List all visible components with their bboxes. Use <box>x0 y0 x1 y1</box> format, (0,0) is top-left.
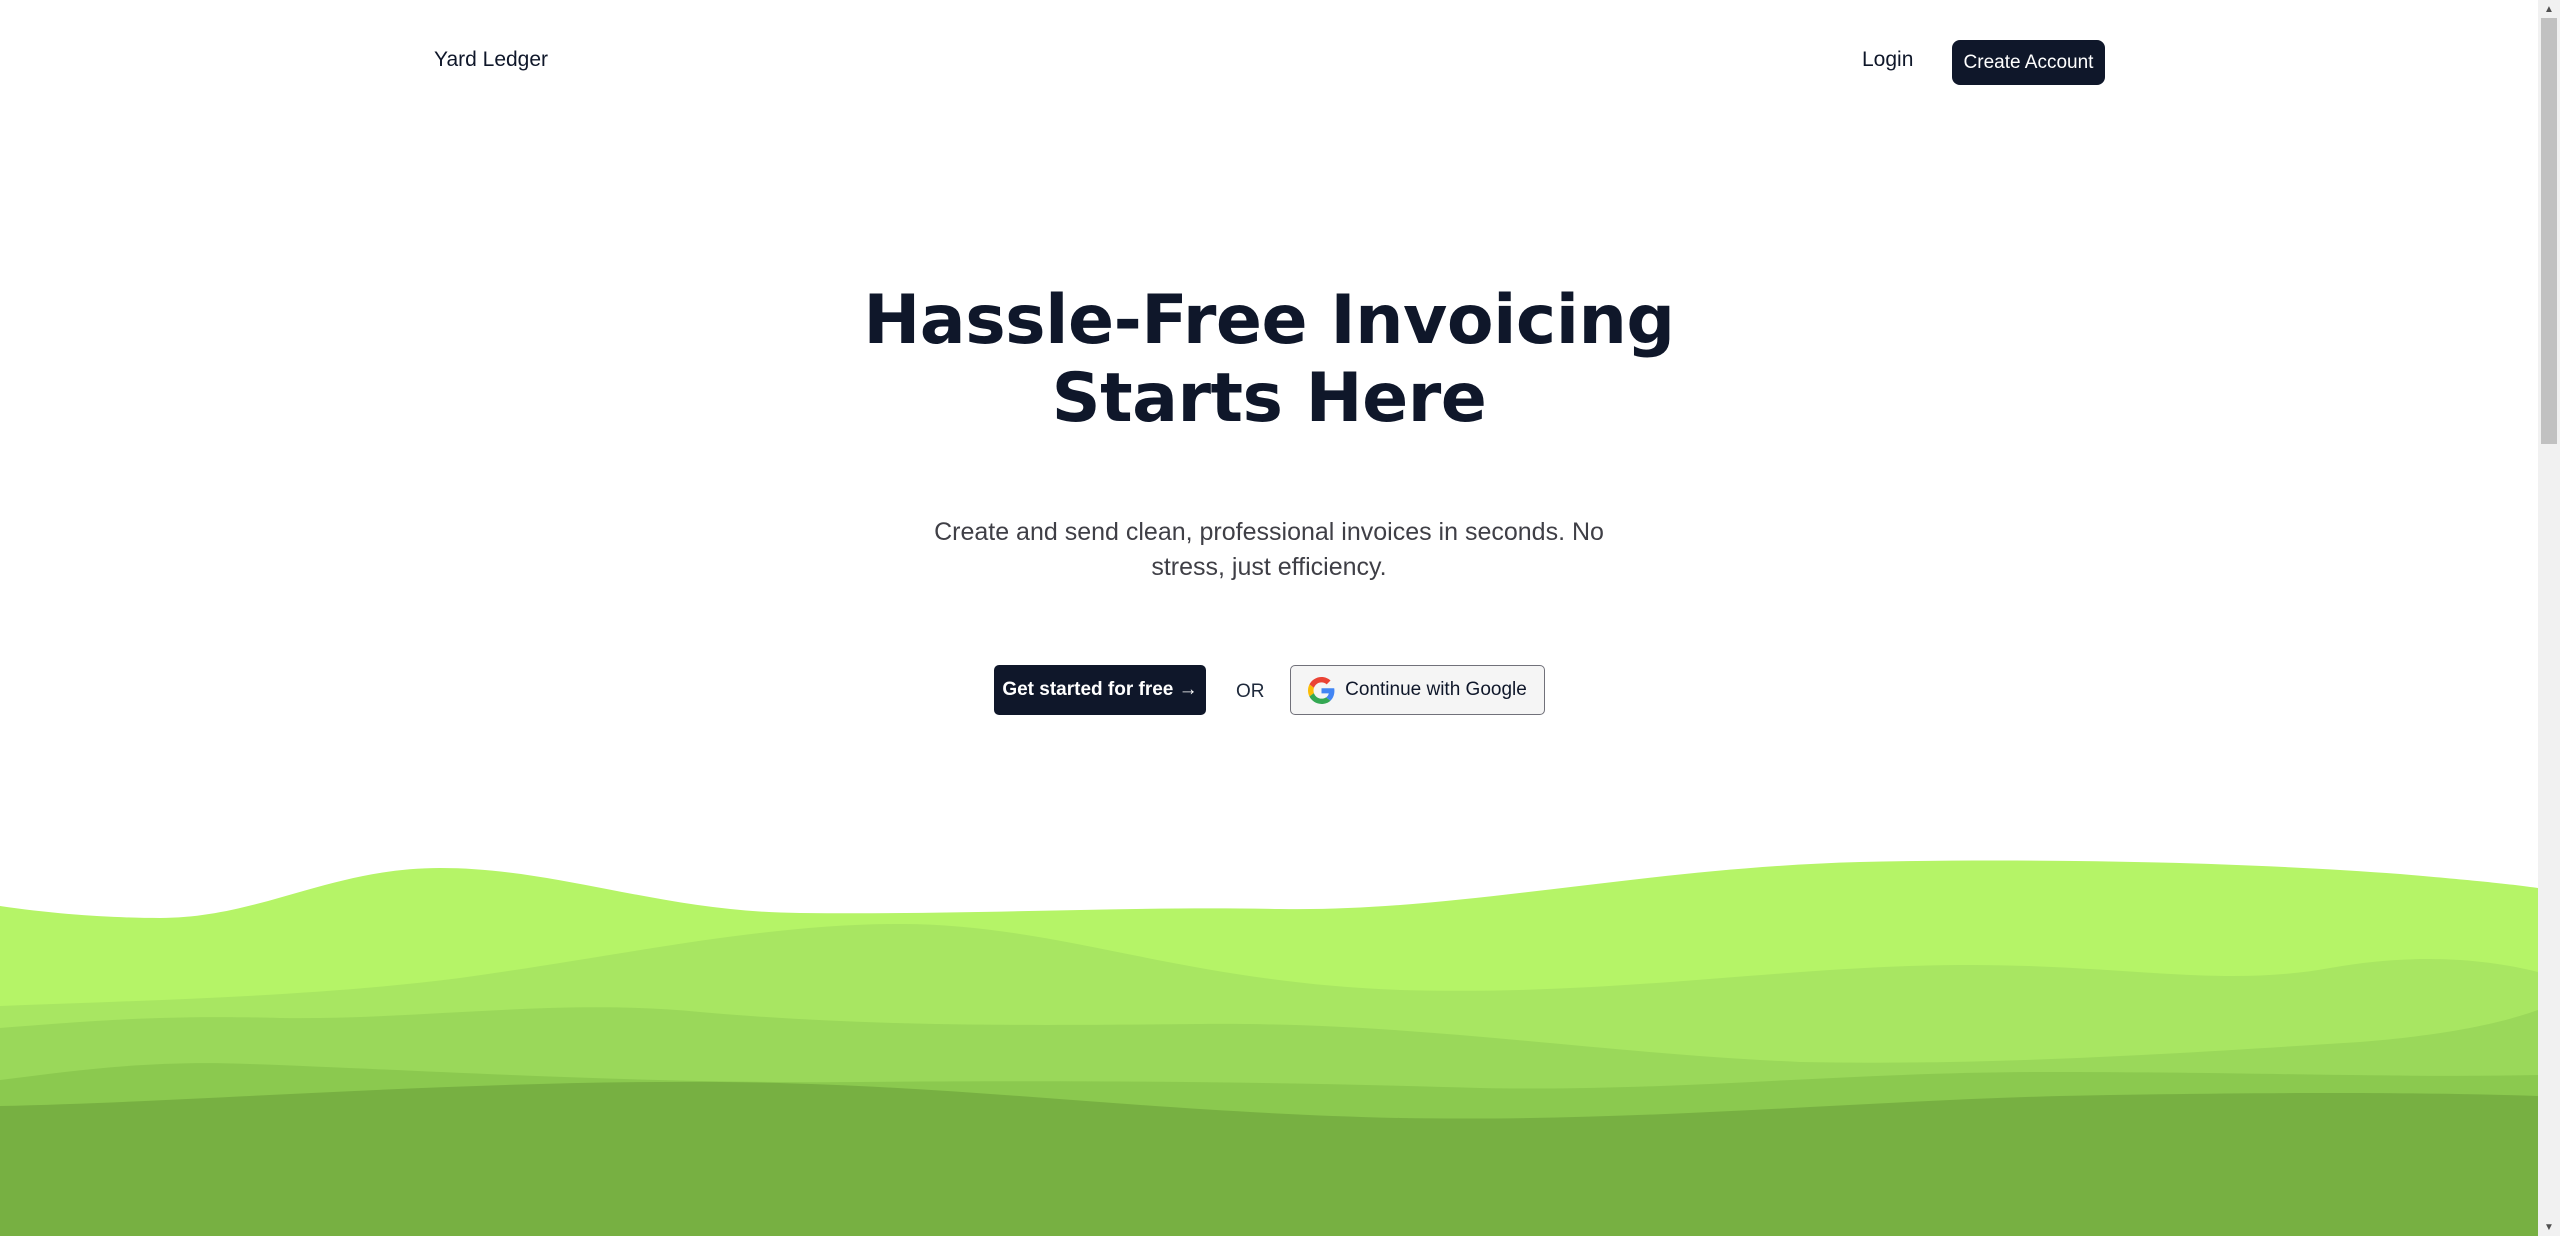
hero-title-line-1: Hassle-Free Invoicing <box>863 281 1675 360</box>
or-separator: OR <box>1236 681 1265 702</box>
login-link[interactable]: Login <box>1862 48 1913 72</box>
continue-with-google-button[interactable]: Continue with Google <box>1290 665 1545 715</box>
top-navbar: Yard Ledger Login Create Account <box>0 0 2538 128</box>
scrollbar-thumb[interactable] <box>2541 18 2557 444</box>
google-button-label: Continue with Google <box>1345 679 1527 700</box>
scroll-up-arrow-icon[interactable]: ▲ <box>2538 0 2560 18</box>
landing-page: Yard Ledger Login Create Account Hassle-… <box>0 0 2560 1236</box>
create-account-button[interactable]: Create Account <box>1952 40 2105 85</box>
google-icon <box>1308 676 1335 704</box>
brand-logo[interactable]: Yard Ledger <box>434 48 548 72</box>
hills-illustration <box>0 860 2538 1236</box>
vertical-scrollbar[interactable]: ▲ ▼ <box>2538 0 2560 1236</box>
hero-title-line-2: Starts Here <box>1051 359 1487 438</box>
hero-title: Hassle-Free Invoicing Starts Here <box>0 282 2538 438</box>
hero-subtitle: Create and send clean, professional invo… <box>934 518 1604 581</box>
get-started-button[interactable]: Get started for free → <box>994 665 1206 715</box>
scroll-down-arrow-icon[interactable]: ▼ <box>2538 1218 2560 1236</box>
